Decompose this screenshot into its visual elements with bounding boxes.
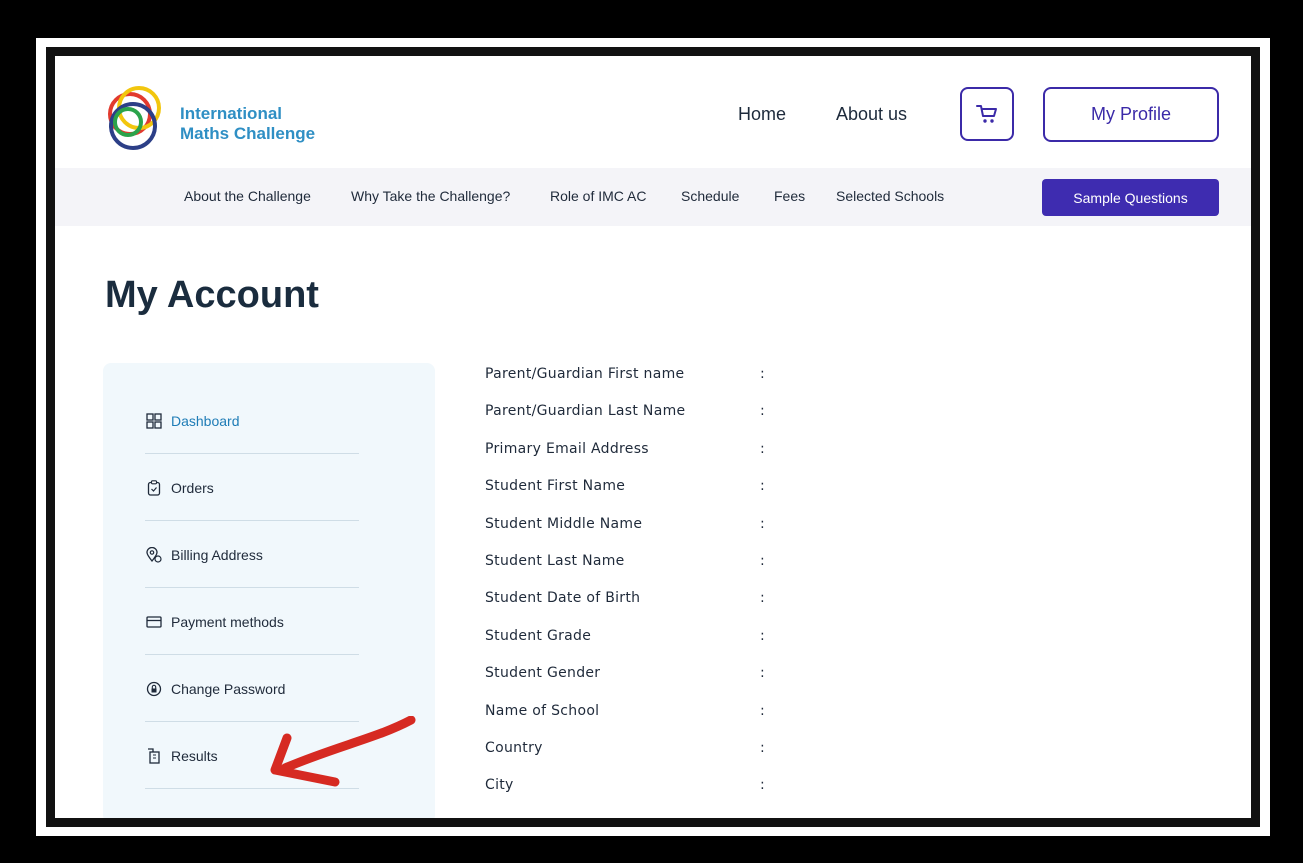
field-separator: :: [760, 478, 765, 494]
field-row: Student Gender :: [485, 665, 815, 702]
cart-button[interactable]: [960, 87, 1014, 141]
sidebar-item-label: Dashboard: [171, 412, 240, 429]
cart-icon: [976, 105, 997, 123]
results-icon: [145, 747, 163, 765]
location-icon: [145, 546, 163, 564]
sidebar-item-change-password[interactable]: Change Password: [145, 656, 359, 722]
field-separator: :: [760, 553, 765, 569]
field-row: Name of School :: [485, 703, 815, 740]
field-separator: :: [760, 516, 765, 532]
field-label: Student First Name: [485, 478, 626, 494]
secondary-nav: About the Challenge Why Take the Challen…: [55, 168, 1251, 226]
field-label: Student Grade: [485, 628, 592, 644]
brand-name[interactable]: International Maths Challenge: [180, 104, 315, 144]
field-separator: :: [760, 590, 765, 606]
field-separator: :: [760, 441, 765, 457]
screenshot-screen: International Maths Challenge Home About…: [55, 56, 1251, 818]
field-label: Country: [485, 740, 543, 756]
card-icon: [145, 613, 163, 631]
subnav-schedule[interactable]: Schedule: [681, 188, 739, 204]
field-label: Parent/Guardian Last Name: [485, 403, 686, 419]
field-row: Student First Name :: [485, 478, 815, 515]
sidebar-item-label: Results: [171, 747, 218, 764]
field-label: Name of School: [485, 703, 600, 719]
brand-line-1: International: [180, 104, 283, 123]
sidebar-item-label: Payment methods: [171, 613, 284, 630]
field-row: Student Date of Birth :: [485, 590, 815, 627]
sidebar-item-label: Orders: [171, 479, 214, 496]
field-row: Parent/Guardian Last Name :: [485, 403, 815, 440]
field-label: Student Date of Birth: [485, 590, 641, 606]
sidebar-item-dashboard[interactable]: Dashboard: [145, 388, 359, 454]
field-label: City: [485, 777, 514, 793]
field-label: Student Last Name: [485, 553, 625, 569]
sidebar-item-billing-address[interactable]: Billing Address: [145, 522, 359, 588]
field-row: City :: [485, 777, 815, 814]
sidebar-item-orders[interactable]: Orders: [145, 455, 359, 521]
nav-about-link[interactable]: About us: [836, 104, 907, 125]
field-row: Student Middle Name :: [485, 516, 815, 553]
sample-questions-button[interactable]: Sample Questions: [1042, 179, 1219, 216]
subnav-selected-schools[interactable]: Selected Schools: [836, 188, 944, 204]
imc-logo[interactable]: [95, 82, 169, 158]
field-separator: :: [760, 777, 765, 793]
brand-line-2: Maths Challenge: [180, 124, 316, 143]
my-profile-button[interactable]: My Profile: [1043, 87, 1219, 142]
lock-icon: [145, 680, 163, 698]
field-label: Student Gender: [485, 665, 601, 681]
clipboard-icon: [145, 479, 163, 497]
field-label: Student Middle Name: [485, 516, 643, 532]
field-separator: :: [760, 740, 765, 756]
field-row: Student Last Name :: [485, 553, 815, 590]
sidebar-item-label: Change Password: [171, 680, 286, 697]
site-header: International Maths Challenge Home About…: [55, 56, 1251, 168]
field-row: Primary Email Address :: [485, 441, 815, 478]
sidebar-item-payment-methods[interactable]: Payment methods: [145, 589, 359, 655]
red-arrow-annotation-icon: [270, 716, 416, 787]
dashboard-icon: [145, 412, 163, 430]
subnav-fees[interactable]: Fees: [774, 188, 805, 204]
nav-home-link[interactable]: Home: [738, 104, 786, 125]
field-label: Parent/Guardian First name: [485, 366, 685, 382]
field-separator: :: [760, 366, 765, 382]
subnav-about-challenge[interactable]: About the Challenge: [184, 188, 311, 204]
field-separator: :: [760, 628, 765, 644]
sidebar-item-label: Billing Address: [171, 546, 263, 563]
field-label: Primary Email Address: [485, 441, 649, 457]
field-row: Student Grade :: [485, 628, 815, 665]
subnav-why-take[interactable]: Why Take the Challenge?: [351, 188, 510, 204]
field-row: Country :: [485, 740, 815, 777]
subnav-role-imc[interactable]: Role of IMC AC: [550, 188, 646, 204]
page-title: My Account: [105, 274, 319, 316]
field-separator: :: [760, 665, 765, 681]
field-separator: :: [760, 703, 765, 719]
field-separator: :: [760, 403, 765, 419]
field-row: Parent/Guardian First name :: [485, 366, 815, 403]
